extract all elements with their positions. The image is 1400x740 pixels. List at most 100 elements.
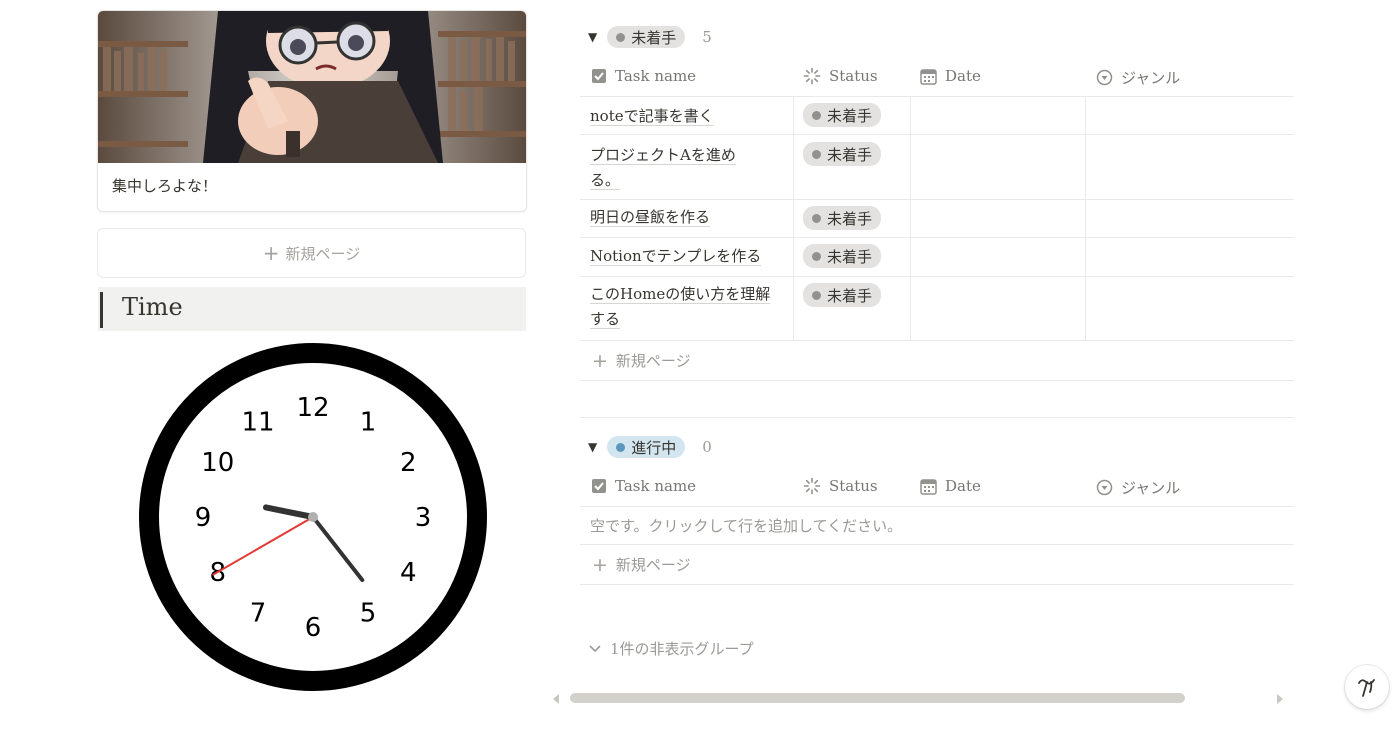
clock-number: 10	[201, 448, 234, 478]
column-label: ジャンル	[1121, 69, 1181, 87]
group-count: 5	[702, 28, 712, 46]
add-row-label: 新規ページ	[615, 352, 691, 370]
clock-number: 5	[360, 598, 377, 628]
clock-number: 1	[360, 408, 377, 438]
time-heading: Time	[98, 287, 526, 331]
date-cell[interactable]	[910, 238, 1086, 276]
column-genre[interactable]: ジャンル	[1096, 67, 1180, 88]
column-label: Status	[829, 67, 878, 85]
genre-cell[interactable]	[1085, 277, 1294, 340]
clock-number: 3	[415, 503, 432, 533]
empty-group-row[interactable]: 空です。クリックして行を追加してください。	[580, 506, 1294, 545]
plus-icon: +	[592, 553, 608, 576]
new-page-label: 新規ページ	[285, 244, 361, 263]
table-row[interactable]: このHomeの使い方を理解する 未着手	[580, 277, 1294, 341]
column-task-name[interactable]: Task name	[591, 477, 696, 495]
column-label: Status	[829, 477, 878, 495]
status-label: 未着手	[827, 286, 873, 305]
task-title[interactable]: 明日の昼飯を作る	[590, 205, 785, 230]
task-name-cell[interactable]: noteで記事を書く	[580, 96, 794, 134]
status-loader-icon	[803, 67, 821, 85]
status-loader-icon	[803, 477, 821, 495]
clock-number: 12	[296, 393, 329, 423]
date-cell[interactable]	[910, 277, 1086, 340]
date-cell[interactable]	[910, 200, 1086, 237]
quote-bar	[100, 292, 103, 328]
genre-cell[interactable]	[1085, 96, 1294, 134]
group-label: 未着手	[631, 28, 677, 47]
status-dot-icon	[616, 32, 626, 42]
time-heading-text: Time	[122, 293, 183, 321]
status-pill: 未着手	[803, 142, 882, 166]
help-button[interactable]	[1345, 665, 1389, 709]
group-header-not-started[interactable]: ▼ 未着手 5	[588, 24, 712, 50]
column-date[interactable]: Date	[920, 477, 981, 495]
help-squiggle-icon	[1358, 679, 1375, 697]
task-name-cell[interactable]: プロジェクトAを進める。	[580, 135, 794, 199]
task-title[interactable]: noteで記事を書く	[590, 104, 785, 129]
clock-number: 7	[250, 598, 267, 628]
add-row-button[interactable]: + 新規ページ	[580, 341, 1294, 381]
card-title: 集中しろよな！	[112, 177, 218, 195]
status-cell[interactable]: 未着手	[793, 200, 911, 237]
genre-cell[interactable]	[1085, 238, 1294, 276]
date-cell[interactable]	[910, 135, 1086, 199]
analog-clock: 121234567891011	[139, 343, 487, 691]
status-pill: 未着手	[803, 103, 882, 127]
genre-cell[interactable]	[1085, 135, 1294, 199]
clock-number: 11	[241, 408, 274, 438]
column-task-name[interactable]: Task name	[591, 67, 696, 85]
plus-icon: +	[262, 241, 280, 265]
genre-cell[interactable]	[1085, 200, 1294, 237]
task-name-cell[interactable]: 明日の昼飯を作る	[580, 200, 794, 237]
status-label: 未着手	[827, 247, 873, 266]
task-title[interactable]: Notionでテンプレを作る	[590, 244, 785, 269]
hidden-groups-toggle[interactable]: 1件の非表示グループ	[588, 638, 754, 659]
toggle-triangle-icon[interactable]: ▼	[588, 440, 597, 454]
task-title[interactable]: プロジェクトAを進める。	[590, 143, 760, 193]
new-page-button[interactable]: + 新規ページ	[97, 228, 526, 278]
task-name-cell[interactable]: このHomeの使い方を理解する	[580, 277, 794, 340]
group-header-in-progress[interactable]: ▼ 進行中 0	[588, 434, 712, 460]
plus-icon: +	[592, 349, 608, 372]
column-status[interactable]: Status	[803, 477, 878, 495]
gallery-card[interactable]: 集中しろよな！	[97, 10, 527, 212]
task-title[interactable]: このHomeの使い方を理解する	[590, 282, 785, 332]
horizontal-scrollbar-thumb[interactable]	[570, 693, 1185, 703]
toggle-triangle-icon[interactable]: ▼	[588, 30, 597, 44]
task-name-cell[interactable]: Notionでテンプレを作る	[580, 238, 794, 276]
table-row[interactable]: Notionでテンプレを作る 未着手	[580, 238, 1294, 277]
column-date[interactable]: Date	[920, 67, 981, 85]
status-cell[interactable]: 未着手	[793, 96, 911, 134]
scroll-left-arrow-icon[interactable]	[551, 693, 561, 705]
table-row[interactable]: noteで記事を書く 未着手	[580, 96, 1294, 135]
status-dot-icon	[616, 442, 626, 452]
column-status[interactable]: Status	[803, 67, 878, 85]
status-pill: 未着手	[803, 206, 882, 230]
status-label: 未着手	[827, 145, 873, 164]
clock-number: 2	[400, 448, 417, 478]
table-row[interactable]: 明日の昼飯を作る 未着手	[580, 200, 1294, 238]
scroll-right-arrow-icon[interactable]	[1275, 693, 1285, 705]
date-cell[interactable]	[910, 96, 1086, 134]
clock-center-pin	[308, 512, 318, 522]
clock-number: 6	[305, 613, 322, 643]
status-cell[interactable]: 未着手	[793, 135, 911, 199]
status-cell[interactable]: 未着手	[793, 238, 911, 276]
table-row[interactable]: プロジェクトAを進める。 未着手	[580, 135, 1294, 200]
add-row-button[interactable]: + 新規ページ	[580, 545, 1294, 585]
clock-number: 4	[400, 558, 417, 588]
status-dot-icon	[812, 149, 821, 159]
status-dot-icon	[812, 251, 821, 261]
status-dot-icon	[812, 213, 821, 223]
checkbox-icon	[592, 479, 606, 493]
hidden-groups-label: 1件の非表示グループ	[610, 640, 754, 658]
column-label: Task name	[615, 477, 697, 495]
column-label: Task name	[615, 67, 697, 85]
clock-number: 9	[195, 503, 212, 533]
status-cell[interactable]: 未着手	[793, 277, 911, 340]
status-dot-icon	[812, 290, 821, 300]
column-genre[interactable]: ジャンル	[1096, 477, 1180, 498]
column-header-row: Task name Status Date ジャンル	[580, 58, 1294, 97]
card-cover-image	[98, 11, 526, 163]
